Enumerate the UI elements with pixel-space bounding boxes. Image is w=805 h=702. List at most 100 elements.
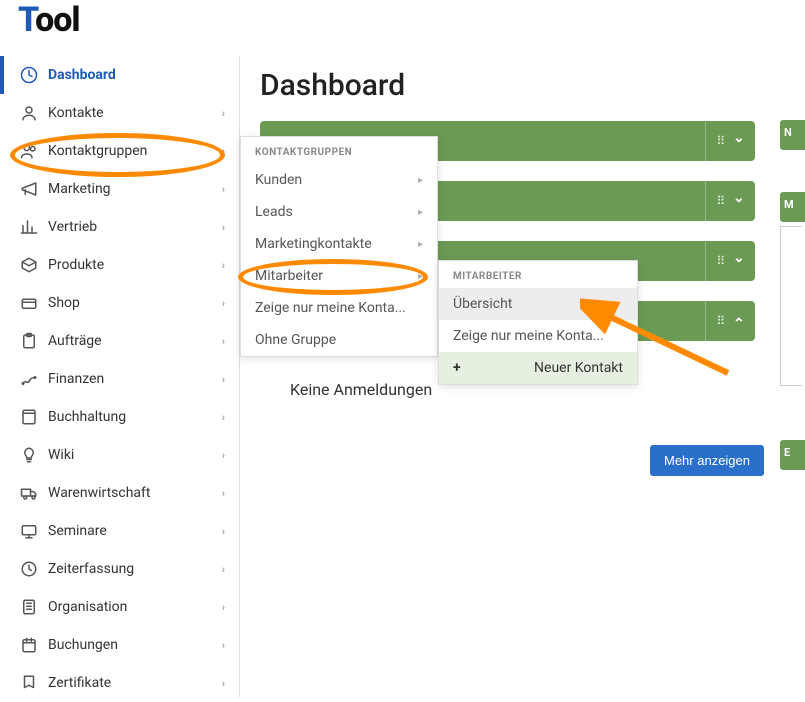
submenu-item-kunden[interactable]: Kunden ▸: [241, 164, 437, 196]
chevron-right-icon: ›: [222, 639, 225, 652]
submenu-item-marketingkontakte[interactable]: Marketingkontakte ▸: [241, 228, 437, 260]
drag-handle-icon[interactable]: [716, 253, 724, 269]
bulb-icon: [20, 446, 38, 464]
sidebar-item-label: Kontakte: [48, 105, 222, 121]
submenu-header: KONTAKTGRUPPEN: [241, 137, 437, 164]
sidebar-item-label: Dashboard: [48, 67, 225, 83]
sidebar-item-label: Shop: [48, 295, 222, 311]
truck-icon: [20, 484, 38, 502]
chevron-right-icon: ›: [222, 107, 225, 120]
logo-t: T: [18, 0, 35, 40]
side-strip-m[interactable]: M: [780, 192, 805, 222]
annotation-arrow: [580, 295, 740, 385]
chevron-right-icon: ›: [222, 563, 225, 576]
sidebar-item-kontakte[interactable]: Kontakte ›: [0, 94, 239, 132]
sidebar-item-marketing[interactable]: Marketing ›: [0, 170, 239, 208]
clock-icon: [20, 560, 38, 578]
sidebar-item-label: Produkte: [48, 257, 222, 273]
chevron-right-icon: ›: [222, 677, 225, 690]
chevron-down-icon[interactable]: [733, 133, 745, 149]
sidebar-item-label: Marketing: [48, 181, 222, 197]
org-icon: [20, 598, 38, 616]
panel-controls[interactable]: [705, 181, 755, 221]
sidebar-item-label: Buchhaltung: [48, 409, 222, 425]
chevron-down-icon[interactable]: [733, 193, 745, 209]
sidebar-item-label: Kontaktgruppen: [48, 143, 222, 159]
sidebar-item-organisation[interactable]: Organisation ›: [0, 588, 239, 626]
chevron-right-icon: ›: [222, 525, 225, 538]
sidebar-item-dashboard[interactable]: Dashboard: [0, 56, 239, 94]
submenu-item-zeige-nur-meine-konta-[interactable]: Zeige nur meine Konta...: [241, 292, 437, 324]
sidebar-item-vertrieb[interactable]: Vertrieb ›: [0, 208, 239, 246]
user-icon: [20, 104, 38, 122]
logo-rest: ool: [35, 0, 80, 40]
side-strip-e[interactable]: E: [780, 440, 805, 470]
chevron-down-icon[interactable]: [733, 253, 745, 269]
chevron-right-icon: ▸: [418, 271, 423, 282]
sidebar-item-buchhaltung[interactable]: Buchhaltung ›: [0, 398, 239, 436]
chevron-right-icon: ›: [222, 487, 225, 500]
sidebar-item-label: Finanzen: [48, 371, 222, 387]
sidebar-item-buchungen[interactable]: Buchungen ›: [0, 626, 239, 664]
clipboard-icon: [20, 332, 38, 350]
sidebar-item-label: Vertrieb: [48, 219, 222, 235]
drag-handle-icon[interactable]: [716, 193, 724, 209]
sidebar-item-kontaktgruppen[interactable]: Kontaktgruppen ›: [0, 132, 239, 170]
bars-icon: [20, 218, 38, 236]
empty-message: Keine Anmeldungen: [290, 380, 432, 399]
chevron-right-icon: ›: [222, 145, 225, 158]
sidebar-item-produkte[interactable]: Produkte ›: [0, 246, 239, 284]
submenu-header: MITARBEITER: [439, 261, 637, 288]
submenu-item-mitarbeiter[interactable]: Mitarbeiter ▸: [241, 260, 437, 292]
chevron-right-icon: ›: [222, 449, 225, 462]
chevron-right-icon: ›: [222, 335, 225, 348]
submenu-item-label: Leads: [255, 204, 293, 220]
submenu-item-label: Zeige nur meine Konta...: [255, 300, 406, 316]
sidebar-item-label: Seminare: [48, 523, 222, 539]
book-icon: [20, 408, 38, 426]
sidebar-item-wiki[interactable]: Wiki ›: [0, 436, 239, 474]
chevron-right-icon: ›: [222, 259, 225, 272]
chevron-right-icon: ›: [222, 411, 225, 424]
sidebar-item-shop[interactable]: Shop ›: [0, 284, 239, 322]
marketing-icon: [20, 180, 38, 198]
sidebar-item-label: Buchungen: [48, 637, 222, 653]
sidebar-item-label: Wiki: [48, 447, 222, 463]
panel-controls[interactable]: [705, 241, 755, 281]
sidebar-item-zertifikate[interactable]: Zertifikate ›: [0, 664, 239, 702]
submenu-item-leads[interactable]: Leads▸: [241, 196, 437, 228]
side-strip-n[interactable]: N: [780, 120, 805, 150]
drag-handle-icon[interactable]: [716, 133, 724, 149]
app-logo: Tool: [18, 0, 80, 40]
submenu-item-label: Kunden: [255, 172, 302, 188]
users-icon: [20, 142, 38, 160]
sidebar-item-label: Warenwirtschaft: [48, 485, 222, 501]
sidebar: Dashboard Kontakte › Kontaktgruppen › Ma…: [0, 56, 240, 697]
more-button[interactable]: Mehr anzeigen: [650, 445, 764, 476]
sidebar-item-warenwirtschaft[interactable]: Warenwirtschaft ›: [0, 474, 239, 512]
sidebar-item-seminare[interactable]: Seminare ›: [0, 512, 239, 550]
sidebar-item-label: Zeiterfassung: [48, 561, 222, 577]
cert-icon: [20, 674, 38, 692]
submenu-item-label: Übersicht: [453, 296, 512, 312]
seminar-icon: [20, 522, 38, 540]
submenu-item-ohne-gruppe[interactable]: Ohne Gruppe: [241, 324, 437, 356]
sidebar-item-zeiterfassung[interactable]: Zeiterfassung ›: [0, 550, 239, 588]
booking-icon: [20, 636, 38, 654]
chevron-right-icon: ▸: [418, 175, 423, 186]
submenu-item-label: Mitarbeiter: [255, 268, 323, 284]
submenu-item-label: Marketingkontakte: [255, 236, 372, 252]
plus-icon: [453, 360, 467, 376]
chevron-right-icon: ›: [222, 373, 225, 386]
submenu-item-label: Ohne Gruppe: [255, 332, 336, 348]
sidebar-item-finanzen[interactable]: Finanzen ›: [0, 360, 239, 398]
sidebar-item-label: Organisation: [48, 599, 222, 615]
panel-controls[interactable]: [705, 121, 755, 161]
page-title: Dashboard: [260, 68, 805, 103]
chevron-right-icon: ▸: [418, 239, 423, 250]
cart-icon: [20, 294, 38, 312]
chevron-right-icon: ›: [222, 601, 225, 614]
sidebar-item-label: Aufträge: [48, 333, 222, 349]
chevron-right-icon: ›: [222, 183, 225, 196]
sidebar-item-aufträge[interactable]: Aufträge ›: [0, 322, 239, 360]
